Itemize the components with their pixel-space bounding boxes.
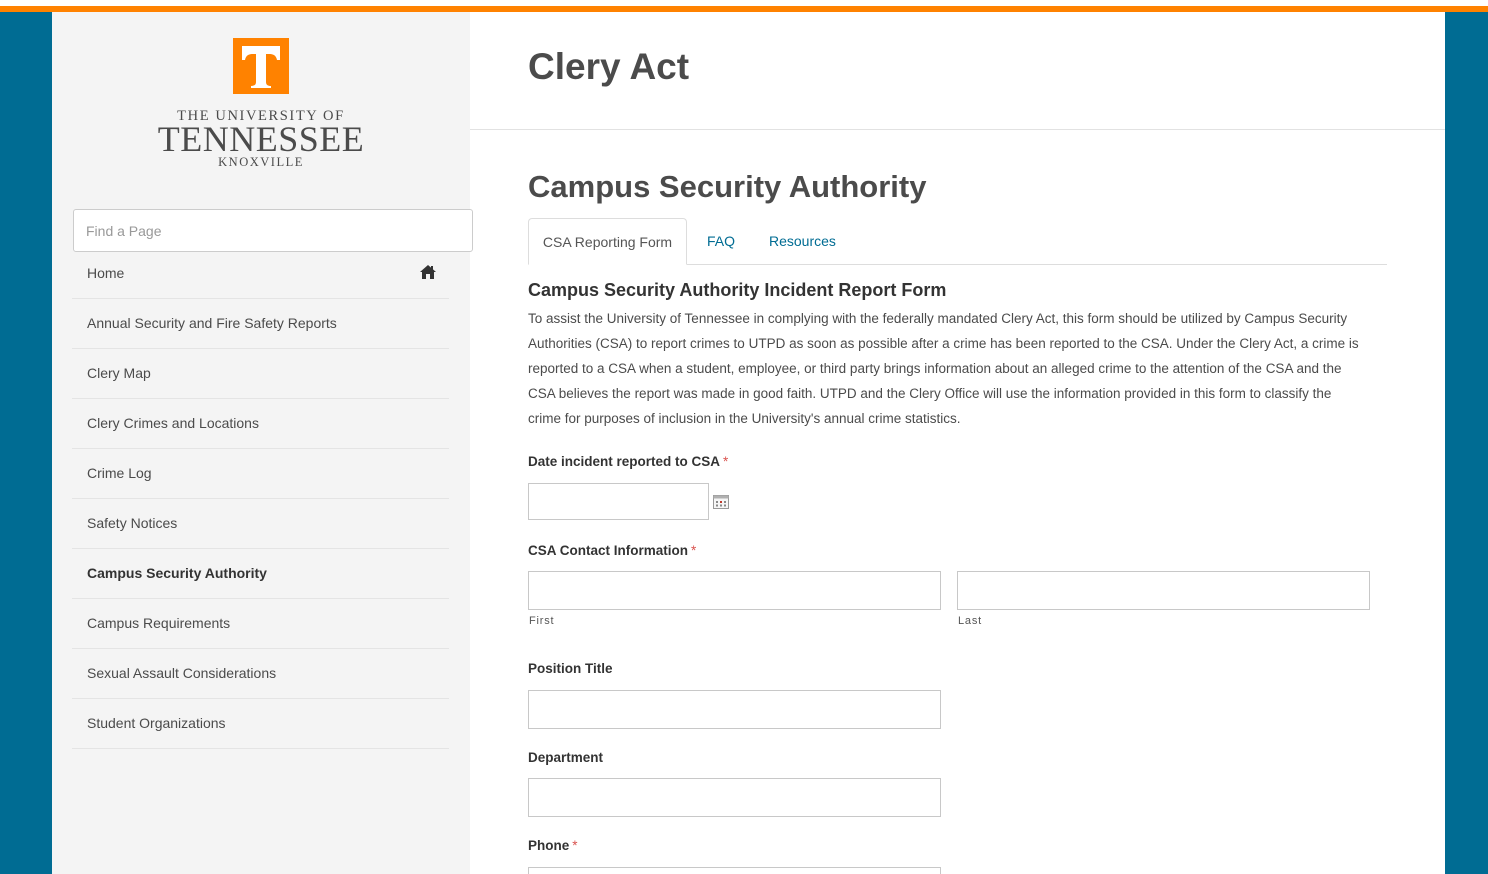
- required-marker: *: [572, 838, 578, 853]
- sidebar-item-clery-crimes[interactable]: Clery Crimes and Locations: [72, 399, 449, 449]
- sidebar-item-student-organizations[interactable]: Student Organizations: [72, 699, 449, 749]
- tab-resources[interactable]: Resources: [769, 218, 836, 264]
- university-logo[interactable]: THE UNIVERSITY OF TENNESSEE KNOXVILLE: [52, 12, 470, 182]
- tab-csa-reporting-form[interactable]: CSA Reporting Form: [528, 218, 687, 265]
- page-frame: THE UNIVERSITY OF TENNESSEE KNOXVILLE Ho…: [52, 12, 1445, 874]
- csa-contact-label-text: CSA Contact Information: [528, 543, 688, 558]
- sidebar-item-home[interactable]: Home: [72, 249, 449, 299]
- sidebar-item-label: Safety Notices: [87, 515, 178, 531]
- form-intro-text: To assist the University of Tennessee in…: [528, 311, 1359, 426]
- calendar-icon[interactable]: [713, 495, 729, 509]
- power-t-logo-icon: [233, 38, 289, 94]
- sidebar-item-label: Campus Security Authority: [87, 565, 267, 581]
- date-reported-label-text: Date incident reported to CSA: [528, 454, 721, 469]
- first-name-sublabel: First: [529, 615, 555, 627]
- phone-label-text: Phone: [528, 838, 570, 853]
- section-title: Campus Security Authority: [528, 169, 927, 204]
- sidebar-item-label: Campus Requirements: [87, 615, 231, 631]
- position-title-input[interactable]: [528, 690, 941, 729]
- phone-label: Phone *: [528, 838, 578, 853]
- logo-text-line3: KNOXVILLE: [218, 155, 304, 169]
- form-heading: Campus Security Authority Incident Repor…: [528, 280, 947, 300]
- title-divider: [470, 129, 1445, 130]
- sidebar-item-label: Home: [87, 265, 125, 281]
- sidebar-item-safety-notices[interactable]: Safety Notices: [72, 499, 449, 549]
- sidebar-item-crime-log[interactable]: Crime Log: [72, 449, 449, 499]
- home-icon: [420, 265, 436, 279]
- sidebar-item-label: Clery Crimes and Locations: [87, 415, 259, 431]
- tab-bar: CSA Reporting Form FAQ Resources: [528, 218, 1387, 265]
- sidebar-item-label: Annual Security and Fire Safety Reports: [87, 315, 337, 331]
- page-title: Clery Act: [528, 46, 690, 87]
- phone-input[interactable]: [528, 867, 941, 874]
- sidebar-item-label: Sexual Assault Considerations: [87, 665, 277, 681]
- date-reported-label: Date incident reported to CSA *: [528, 454, 728, 469]
- department-label: Department: [528, 750, 604, 765]
- last-name-input[interactable]: [957, 571, 1370, 610]
- sidebar-item-campus-requirements[interactable]: Campus Requirements: [72, 599, 449, 649]
- position-title-label: Position Title: [528, 661, 613, 676]
- department-input[interactable]: [528, 778, 941, 817]
- sidebar-item-label: Clery Map: [87, 365, 151, 381]
- logo-text-line2: TENNESSEE: [157, 119, 365, 159]
- first-name-input[interactable]: [528, 571, 941, 610]
- required-marker: *: [691, 543, 697, 558]
- sidebar: THE UNIVERSITY OF TENNESSEE KNOXVILLE Ho…: [52, 12, 473, 874]
- date-reported-input[interactable]: [528, 483, 709, 520]
- sidebar-item-sexual-assault[interactable]: Sexual Assault Considerations: [72, 649, 449, 699]
- last-name-sublabel: Last: [958, 615, 982, 627]
- tab-faq[interactable]: FAQ: [707, 218, 735, 264]
- find-page-search-input[interactable]: [73, 209, 473, 252]
- csa-contact-label: CSA Contact Information *: [528, 543, 696, 558]
- sidebar-item-label: Student Organizations: [87, 715, 226, 731]
- required-marker: *: [723, 454, 729, 469]
- sidebar-nav: Home Annual Security and Fire Safety Rep…: [72, 249, 449, 749]
- sidebar-item-clery-map[interactable]: Clery Map: [72, 349, 449, 399]
- main-content: Clery Act Campus Security Authority CSA …: [470, 12, 1445, 874]
- sidebar-item-label: Crime Log: [87, 465, 152, 481]
- sidebar-item-annual-reports[interactable]: Annual Security and Fire Safety Reports: [72, 299, 449, 349]
- sidebar-item-campus-security-authority[interactable]: Campus Security Authority: [72, 549, 449, 599]
